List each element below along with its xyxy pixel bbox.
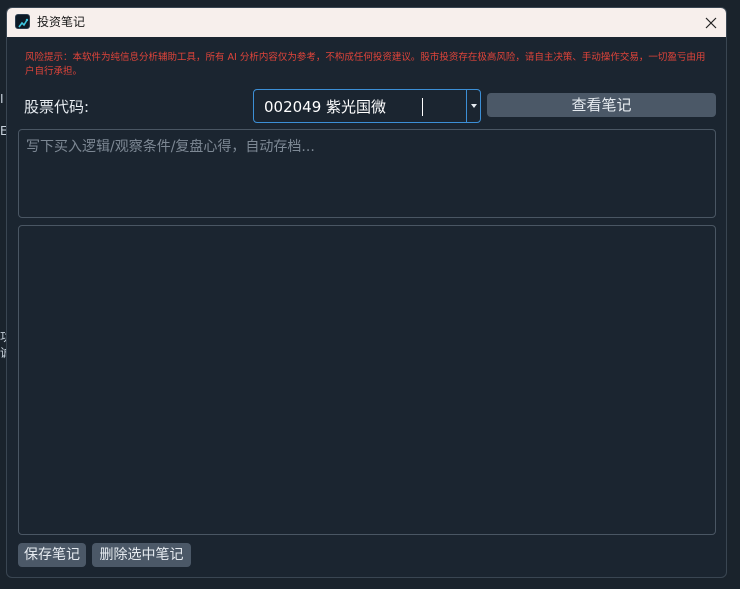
stock-code-label: 股票代码: bbox=[24, 98, 90, 116]
notes-list[interactable] bbox=[18, 225, 716, 535]
close-button[interactable] bbox=[696, 8, 726, 37]
chevron-down-icon bbox=[470, 104, 477, 108]
save-note-button[interactable]: 保存笔记 bbox=[18, 543, 86, 567]
title-bar[interactable]: 投资笔记 bbox=[7, 8, 726, 37]
background-text-fragment: I bbox=[0, 92, 4, 106]
window-title: 投资笔记 bbox=[37, 15, 86, 29]
dropdown-button[interactable] bbox=[466, 90, 480, 122]
app-logo-icon bbox=[15, 14, 30, 29]
note-textarea[interactable]: 写下买入逻辑/观察条件/复盘心得，自动存档... bbox=[18, 129, 716, 218]
stock-code-value[interactable]: 002049 紫光国微 bbox=[264, 97, 386, 117]
text-caret bbox=[422, 98, 423, 116]
close-icon bbox=[705, 17, 717, 28]
delete-selected-note-button[interactable]: 删除选中笔记 bbox=[92, 543, 191, 567]
stock-code-combobox[interactable]: 002049 紫光国微 bbox=[253, 89, 481, 123]
note-placeholder: 写下买入逻辑/观察条件/复盘心得，自动存档... bbox=[26, 139, 315, 155]
risk-warning: 风险提示：本软件为纯信息分析辅助工具，所有 AI 分析内容仅为参考，不构成任何投… bbox=[25, 52, 706, 77]
view-notes-button[interactable]: 查看笔记 bbox=[487, 93, 716, 117]
notes-window: 投资笔记 风险提示：本软件为纯信息分析辅助工具，所有 AI 分析内容仅为参考，不… bbox=[6, 7, 727, 578]
